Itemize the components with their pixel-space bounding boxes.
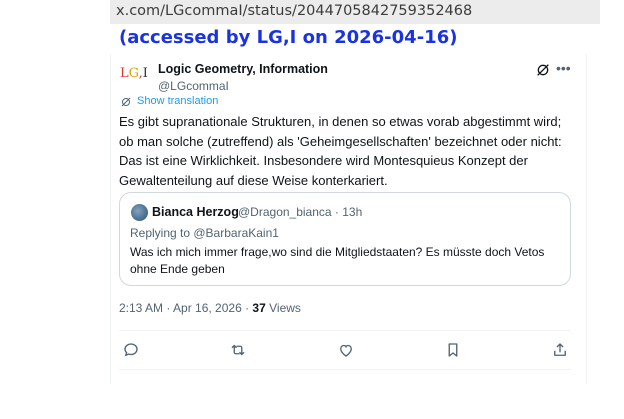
quoted-author-name[interactable]: Bianca Herzog bbox=[152, 205, 239, 219]
quoted-author-avatar[interactable] bbox=[131, 204, 148, 221]
replying-prefix: Replying to bbox=[130, 226, 194, 240]
access-annotation: (accessed by LG,I on 2026-04-16) bbox=[119, 27, 458, 48]
author-name[interactable]: Logic Geometry, Information bbox=[158, 62, 328, 76]
grok-icon[interactable] bbox=[535, 62, 551, 78]
author-avatar[interactable]: LG,I bbox=[120, 66, 150, 82]
timestamp[interactable]: 2:13 AM · Apr 16, 2026 · bbox=[119, 301, 252, 315]
translate-icon bbox=[121, 97, 131, 107]
like-icon[interactable] bbox=[337, 341, 355, 359]
author-handle[interactable]: @LGcommaI bbox=[158, 79, 229, 93]
more-horizontal-icon[interactable]: ••• bbox=[556, 60, 571, 76]
views-label: Views bbox=[265, 301, 301, 315]
bookmark-icon[interactable] bbox=[444, 341, 462, 359]
address-bar[interactable]: x.com/LGcommaI/status/204470584275935246… bbox=[110, 0, 600, 24]
replying-to: Replying to @BarbaraKain1 bbox=[130, 226, 279, 240]
tweet-meta: 2:13 AM · Apr 16, 2026 · 37 Views bbox=[119, 301, 301, 315]
repost-icon[interactable] bbox=[229, 341, 247, 359]
divider bbox=[119, 330, 571, 331]
views-count: 37 bbox=[252, 301, 266, 315]
divider bbox=[119, 369, 571, 370]
quoted-tweet-text: Was ich mich immer frage,wo sind die Mit… bbox=[130, 245, 545, 276]
show-translation-link[interactable]: Show translation bbox=[137, 95, 218, 107]
quoted-author-handle[interactable]: @Dragon_bianca · 13h bbox=[238, 205, 362, 219]
share-icon[interactable] bbox=[551, 341, 569, 359]
replying-mention[interactable]: @BarbaraKain1 bbox=[193, 226, 279, 240]
reply-icon[interactable] bbox=[122, 341, 140, 359]
tweet-text: Es gibt supranationale Strukturen, in de… bbox=[119, 114, 562, 188]
